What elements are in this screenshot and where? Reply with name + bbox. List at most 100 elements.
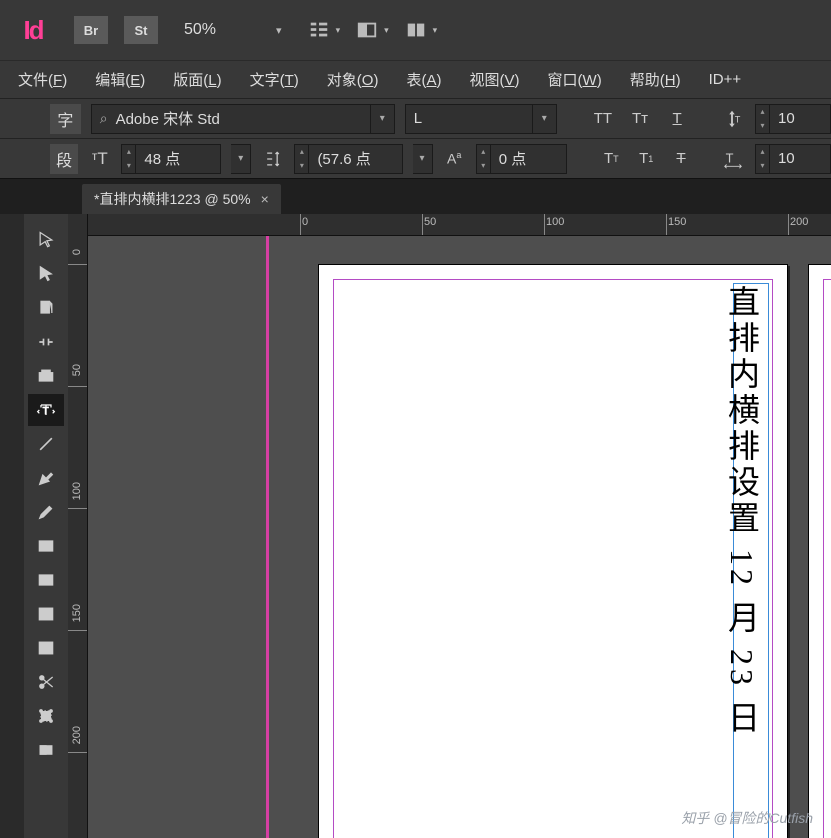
svg-text:T: T (726, 150, 734, 165)
app-logo-text: Id (23, 15, 42, 46)
spin-down-icon[interactable]: ▾ (477, 159, 490, 173)
screen-mode-icon[interactable]: ▾ (356, 19, 389, 41)
vertical-scale-icon: T (720, 108, 745, 130)
pencil-tool[interactable] (28, 496, 64, 528)
scissors-tool[interactable] (28, 666, 64, 698)
chevron-down-icon: ▾ (336, 25, 341, 36)
subscript-button[interactable]: TT (599, 146, 624, 172)
stock-tile[interactable]: St (124, 16, 158, 44)
app-bar: Id Br St 50% ▾ ▾ ▾ ▾ (0, 0, 831, 60)
font-size-icon: тT (88, 149, 111, 169)
paragraph-mode-button[interactable]: 段 (50, 144, 78, 174)
page-1[interactable]: 直排内横排设置 12 月 23 日 (318, 264, 788, 838)
selection-tool[interactable] (28, 224, 64, 256)
svg-text:T: T (43, 406, 49, 417)
gap-tool[interactable] (28, 326, 64, 358)
document-tab[interactable]: *直排内横排1223 @ 50% × (82, 184, 281, 214)
smallcaps-button[interactable]: Tᴛ (626, 106, 653, 132)
font-size-field[interactable]: ▴▾ 48 点 (121, 144, 221, 174)
spin-down-icon[interactable]: ▾ (756, 119, 769, 133)
horizontal-ruler[interactable]: 0 50 100 150 200 (88, 214, 831, 236)
spin-down-icon[interactable]: ▾ (756, 159, 769, 173)
horizontal-scale-value: 10 (770, 150, 830, 167)
rectangle-frame-tool[interactable] (28, 530, 64, 562)
strikethrough-button[interactable]: T (669, 146, 694, 172)
content-collector-tool[interactable] (28, 360, 64, 392)
font-size-dropdown[interactable]: ▾ (231, 144, 251, 174)
font-size-value: 48 点 (136, 148, 196, 169)
menu-help[interactable]: 帮助(H) (620, 63, 691, 96)
horizontal-scale-icon: T (722, 148, 745, 170)
page-2[interactable] (808, 264, 831, 838)
spin-up-icon[interactable]: ▴ (756, 105, 769, 119)
superscript-button[interactable]: T (664, 106, 691, 132)
horizontal-grid-tool[interactable] (28, 598, 64, 630)
menu-object[interactable]: 对象(O) (317, 63, 389, 96)
canvas[interactable]: 直排内横排设置 12 月 23 日 (88, 236, 831, 838)
menu-view[interactable]: 视图(V) (459, 63, 529, 96)
leading-field[interactable]: ▴▾ (57.6 点 (294, 144, 402, 174)
left-strip (0, 214, 24, 838)
canvas-wrapper: 0 50 100 150 200 0 50 100 150 200 直排内横排设… (68, 214, 831, 838)
vertical-text-content[interactable]: 直排内横排设置 12 月 23 日 (719, 285, 765, 737)
rectangle-tool[interactable] (28, 564, 64, 596)
ruler-tick: 50 (424, 216, 436, 228)
ruler-tick: 0 (71, 249, 83, 255)
line-tool[interactable] (28, 428, 64, 460)
chevron-down-icon: ▾ (433, 25, 438, 36)
menu-type[interactable]: 文字(T) (240, 63, 309, 96)
menu-table[interactable]: 表(A) (396, 63, 451, 96)
menu-file[interactable]: 文件(F) (8, 63, 77, 96)
allcaps-button[interactable]: TT (589, 106, 616, 132)
ruler-tick: 50 (71, 364, 83, 376)
search-icon: ⌕ (100, 110, 108, 127)
horizontal-scale-field[interactable]: ▴▾ 10 (755, 144, 831, 174)
menu-bar: 文件(F) 编辑(E) 版面(L) 文字(T) 对象(O) 表(A) 视图(V)… (0, 60, 831, 98)
spin-down-icon[interactable]: ▾ (122, 159, 135, 173)
font-family-field[interactable]: ⌕ Adobe 宋体 Std ▾ (91, 104, 395, 134)
ruler-tick: 150 (668, 216, 686, 228)
ruler-tick: 200 (790, 216, 808, 228)
menu-layout[interactable]: 版面(L) (163, 63, 231, 96)
bleed-guide (266, 236, 269, 838)
vertical-ruler[interactable]: 0 50 100 150 200 (68, 214, 88, 838)
character-mode-button[interactable]: 字 (50, 104, 81, 134)
vertical-type-tool[interactable]: T (28, 394, 64, 426)
menu-edit[interactable]: 编辑(E) (85, 63, 155, 96)
free-transform-tool[interactable] (28, 700, 64, 732)
baseline-value: 0 点 (491, 148, 551, 169)
pen-tool[interactable] (28, 462, 64, 494)
spin-up-icon[interactable]: ▴ (477, 145, 490, 159)
ruler-tick: 100 (546, 216, 564, 228)
margin-guide (333, 279, 773, 838)
bridge-tile[interactable]: Br (74, 16, 108, 44)
font-family-dropdown[interactable]: ▾ (371, 104, 395, 134)
menu-idplus[interactable]: ID++ (699, 65, 752, 94)
vertical-grid-tool[interactable] (28, 632, 64, 664)
leading-dropdown[interactable]: ▾ (413, 144, 433, 174)
vertical-scale-value: 10 (770, 110, 830, 127)
direct-selection-tool[interactable] (28, 258, 64, 290)
menu-window[interactable]: 窗口(W) (538, 63, 612, 96)
margin-guide (823, 279, 831, 838)
spin-down-icon[interactable]: ▾ (295, 159, 308, 173)
spin-up-icon[interactable]: ▴ (122, 145, 135, 159)
control-panel-row1: 字 ⌕ Adobe 宋体 Std ▾ L ▾ TT Tᴛ T T ▴▾ 10 (0, 98, 831, 138)
gradient-swatch-tool[interactable] (28, 734, 64, 766)
svg-text:T: T (735, 114, 741, 124)
close-tab-icon[interactable]: × (261, 191, 269, 207)
baseline-field[interactable]: ▴▾ 0 点 (476, 144, 568, 174)
arrange-icon[interactable]: ▾ (405, 19, 438, 41)
font-style-dropdown[interactable]: ▾ (533, 104, 557, 134)
zoom-value: 50% (184, 21, 216, 39)
zoom-dropdown[interactable]: 50% ▾ (174, 14, 292, 46)
font-style-field[interactable]: L ▾ (405, 104, 557, 134)
spin-up-icon[interactable]: ▴ (295, 145, 308, 159)
page-tool[interactable] (28, 292, 64, 324)
underline-button[interactable]: T1 (634, 146, 659, 172)
view-options-icon[interactable]: ▾ (308, 19, 341, 41)
ruler-tick: 200 (71, 726, 83, 744)
font-style-value: L (414, 110, 422, 127)
vertical-scale-field[interactable]: ▴▾ 10 (755, 104, 831, 134)
spin-up-icon[interactable]: ▴ (756, 145, 769, 159)
